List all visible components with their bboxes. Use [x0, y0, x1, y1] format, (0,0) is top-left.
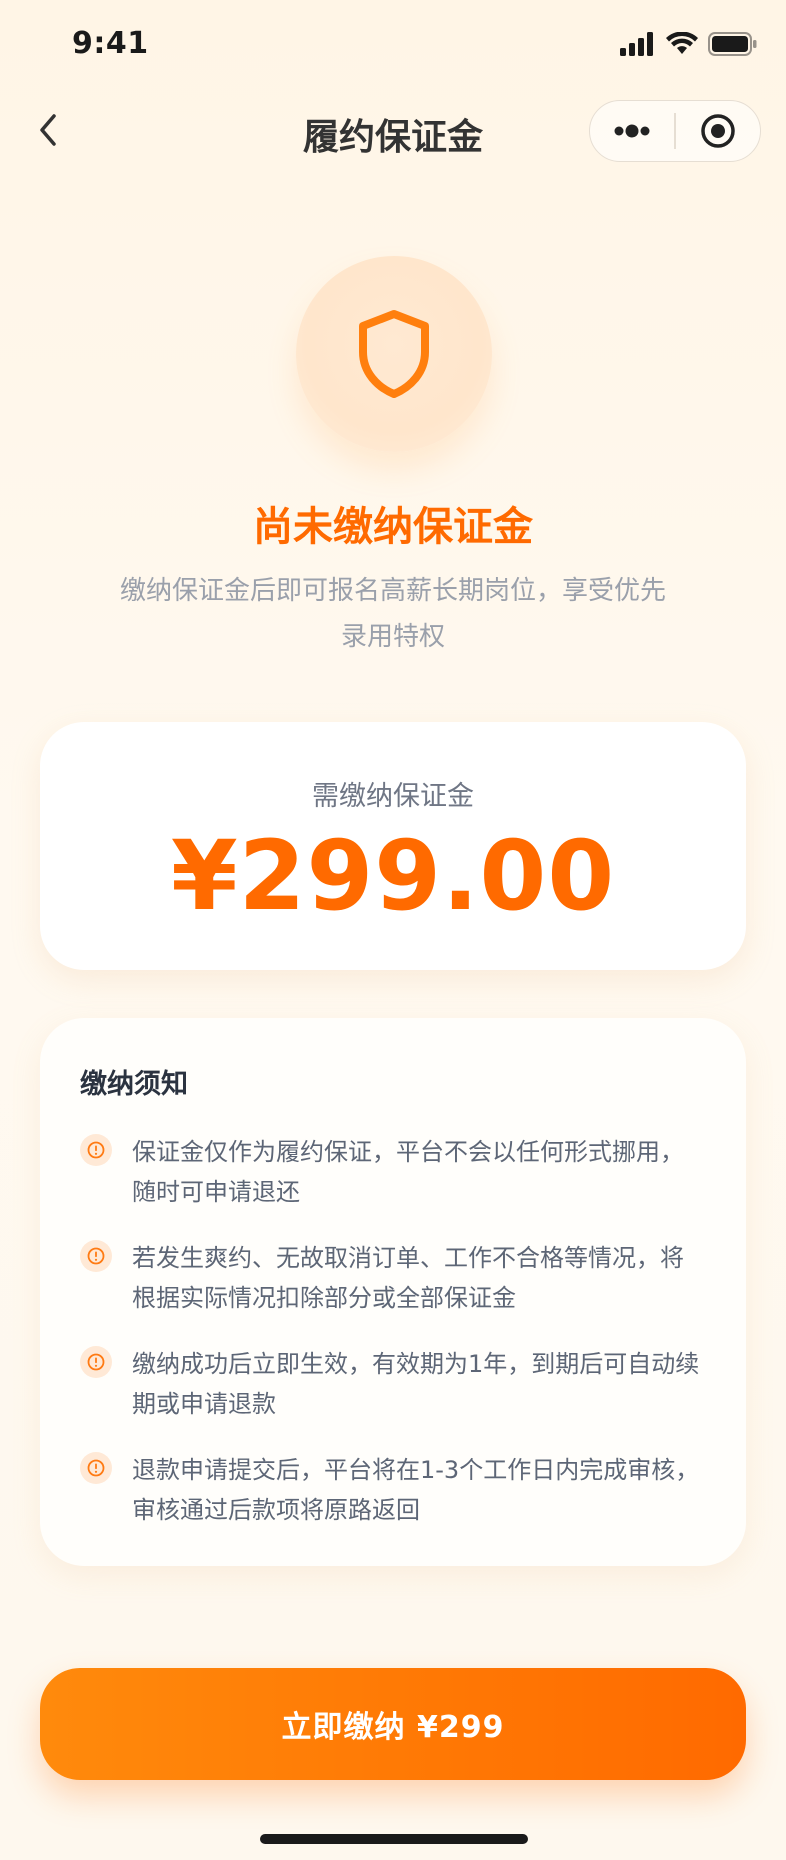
notice-text-line: 根据实际情况扣除部分或全部保证金: [132, 1284, 516, 1312]
shield-badge: [296, 256, 492, 452]
signal-icon: [620, 32, 653, 56]
subtitle-line-2: 录用特权: [340, 622, 445, 652]
alert-circle-icon: [80, 1134, 112, 1166]
amount-value: ¥299.00: [170, 820, 616, 932]
status-icons: [620, 32, 758, 56]
amount-card: 需缴纳保证金 ¥299.00: [40, 722, 746, 970]
alert-circle-icon: [80, 1452, 112, 1484]
notice-text-line: 退款申请提交后，平台将在1-3个工作日内完成审核，: [132, 1456, 700, 1484]
notice-card: 缴纳须知 保证金仅作为履约保证，平台不会以任何形式挪用， 随时可申请退还 若发生…: [40, 1018, 746, 1566]
mini-program-capsule: [589, 100, 761, 162]
notice-title: 缴纳须知: [80, 1069, 188, 1100]
alert-circle-icon: [80, 1240, 112, 1272]
pay-now-button[interactable]: 立即缴纳 ¥299: [40, 1668, 746, 1780]
notice-text: 保证金仅作为履约保证，平台不会以任何形式挪用， 随时可申请退还: [132, 1132, 732, 1212]
notice-text-line: 若发生爽约、无故取消订单、工作不合格等情况，将: [132, 1244, 684, 1272]
battery-icon: [708, 32, 757, 56]
notice-text: 退款申请提交后，平台将在1-3个工作日内完成审核， 审核通过后款项将原路返回: [132, 1450, 732, 1530]
home-indicator: [260, 1834, 528, 1844]
subtitle-line-1: 缴纳保证金后即可报名高薪长期岗位，享受优先: [119, 576, 666, 606]
notice-text-line: 期或申请退款: [132, 1390, 276, 1418]
notice-text: 缴纳成功后立即生效，有效期为1年，到期后可自动续 期或申请退款: [132, 1344, 732, 1424]
amount-label: 需缴纳保证金: [312, 781, 474, 812]
status-title: 尚未缴纳保证金: [253, 504, 533, 550]
notice-text-line: 审核通过后款项将原路返回: [132, 1496, 420, 1524]
shield-icon: [359, 310, 429, 398]
notice-text-line: 缴纳成功后立即生效，有效期为1年，到期后可自动续: [132, 1350, 700, 1378]
notice-text-line: 保证金仅作为履约保证，平台不会以任何形式挪用，: [132, 1138, 684, 1166]
notice-text: 若发生爽约、无故取消订单、工作不合格等情况，将 根据实际情况扣除部分或全部保证金: [132, 1238, 732, 1318]
close-mini-program-button[interactable]: [676, 101, 760, 161]
status-subtitle: 缴纳保证金后即可报名高薪长期岗位，享受优先 录用特权: [90, 568, 696, 660]
notice-text-line: 随时可申请退还: [132, 1178, 300, 1206]
wifi-icon: [666, 32, 698, 54]
more-dots-icon: [614, 124, 650, 138]
more-button[interactable]: [590, 101, 674, 161]
alert-circle-icon: [80, 1346, 112, 1378]
target-circle-icon: [701, 114, 735, 148]
status-time: 9:41: [72, 26, 149, 61]
